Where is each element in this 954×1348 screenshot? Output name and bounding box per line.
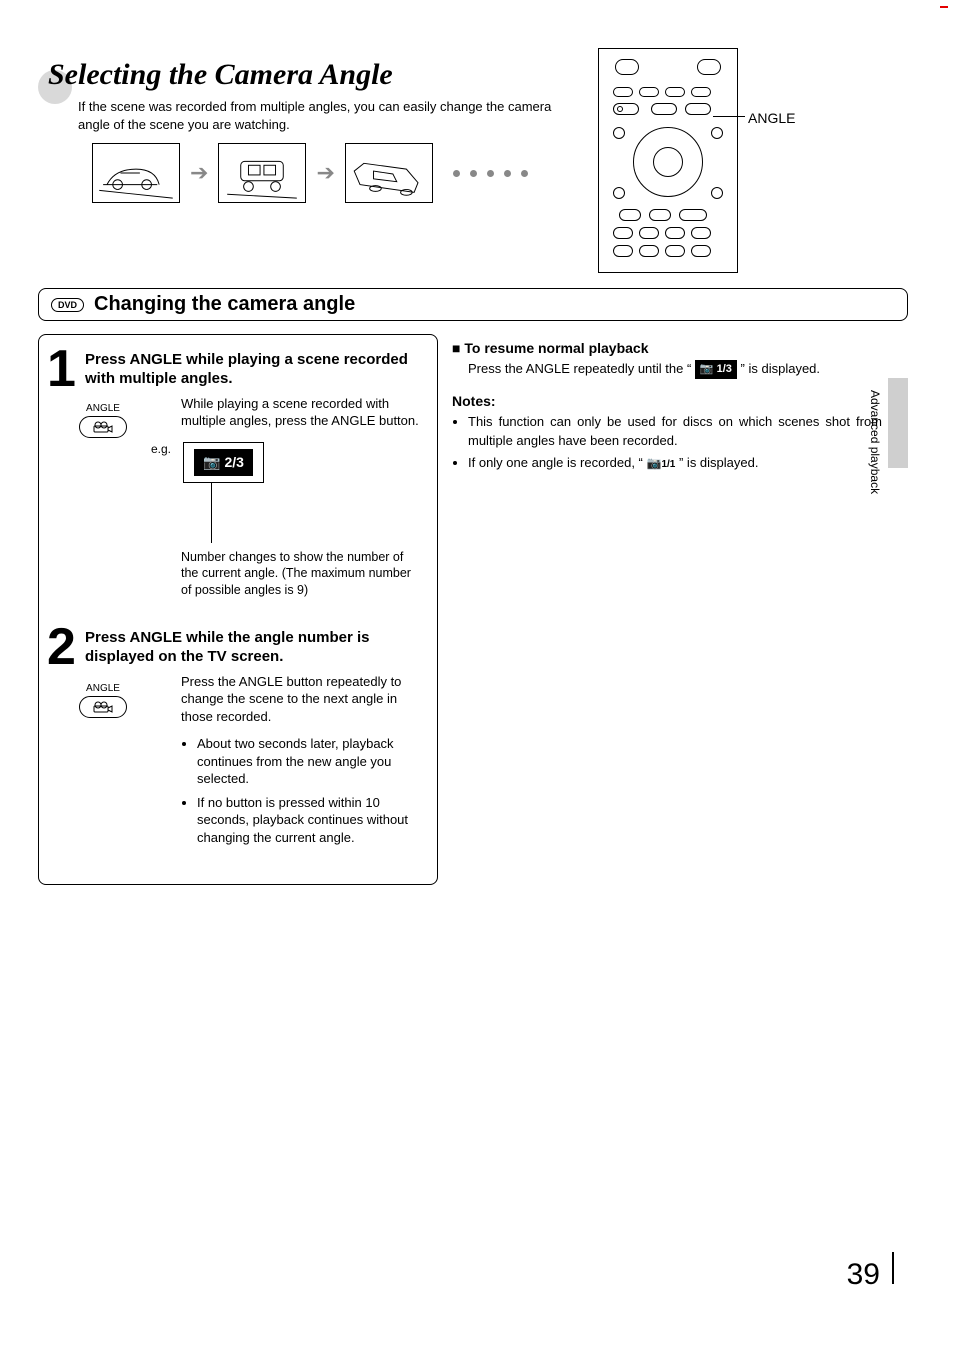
step-1-body: While playing a scene recorded with mult… [181,395,425,430]
section-heading-bar: DVD Changing the camera angle [38,288,908,321]
step-number: 1 [47,343,74,395]
crop-mark [940,6,948,8]
camera-icon: 📷 [700,362,714,377]
section-thumb-label: Advanced playback [868,390,882,494]
car-angle-3 [345,143,433,203]
camera-icon: 📷 [203,454,220,471]
step-2: 2 Press ANGLE while the angle number is … [51,629,425,846]
angle-button-label: ANGLE [79,683,127,694]
osd-angle-value: 1/1 [661,459,675,470]
angle-button-label: ANGLE [79,403,127,414]
section-thumb-tab [888,378,908,468]
step-2-body: Press the ANGLE button repeatedly to cha… [181,673,425,847]
osd-caption: Number changes to show the number of the… [181,549,411,600]
notes-column: To resume normal playback Press the ANGL… [452,334,882,476]
step-2-body-text: Press the ANGLE button repeatedly to cha… [181,674,401,724]
step-1-title: Press ANGLE while playing a scene record… [85,351,425,389]
angle-button-icon [79,416,127,438]
page-number: 39 [847,1258,880,1292]
angle-button-illustration: ANGLE [79,683,127,718]
step-number: 2 [47,621,74,673]
osd-angle-chip: 📷 2/3 [194,449,253,476]
resume-heading: To resume normal playback [452,340,882,356]
note2-pre: If only one angle is recorded, “ [468,455,647,470]
section-heading: Changing the camera angle [94,293,355,316]
osd-angle-value: 2/3 [224,454,243,470]
title-block: Selecting the Camera Angle [38,58,393,92]
list-item: If only one angle is recorded, “ 📷1/1 ” … [468,454,882,472]
manual-page: Selecting the Camera Angle If the scene … [38,38,908,1308]
page-number-rule [892,1252,894,1284]
content-columns: 1 Press ANGLE while playing a scene reco… [38,334,908,885]
resume-post: ” is displayed. [741,361,820,376]
callout-line [713,116,745,117]
notes-list: This function can only be used for discs… [452,413,882,472]
notes-heading: Notes: [452,393,882,409]
remote-control-diagram [598,48,738,273]
list-item: This function can only be used for discs… [468,413,882,449]
osd-angle-chip: 📷 1/3 [695,360,737,379]
angle-button-icon [79,696,127,718]
car-angle-2 [218,143,306,203]
steps-panel: 1 Press ANGLE while playing a scene reco… [38,334,438,885]
arrow-icon: ➔ [190,160,208,186]
angle-illustration-row: ➔ ➔ [92,143,528,203]
step-1: 1 Press ANGLE while playing a scene reco… [51,351,425,601]
eg-label: e.g. [151,442,171,456]
resume-text: Press the ANGLE repeatedly until the “ 📷… [468,360,882,379]
angle-button-illustration: ANGLE [79,403,127,438]
callout-line [211,483,425,543]
car-angle-1 [92,143,180,203]
osd-angle-value: 1/3 [717,362,732,377]
disc-type-badge: DVD [51,298,84,312]
resume-pre: Press the ANGLE repeatedly until the “ [468,361,695,376]
list-item: If no button is pressed within 10 second… [197,794,425,847]
camera-icon: 📷 [647,456,662,470]
remote-angle-callout: ANGLE [748,110,795,126]
osd-example: e.g. 📷 2/3 [151,442,425,483]
page-title: Selecting the Camera Angle [38,58,393,92]
step-2-bullets: About two seconds later, playback contin… [181,735,425,846]
intro-text: If the scene was recorded from multiple … [78,98,578,133]
ellipsis-dots [453,170,528,177]
list-item: About two seconds later, playback contin… [197,735,425,788]
step-2-title: Press ANGLE while the angle number is di… [85,629,425,667]
note2-post: ” is displayed. [679,455,758,470]
arrow-icon: ➔ [316,160,334,186]
